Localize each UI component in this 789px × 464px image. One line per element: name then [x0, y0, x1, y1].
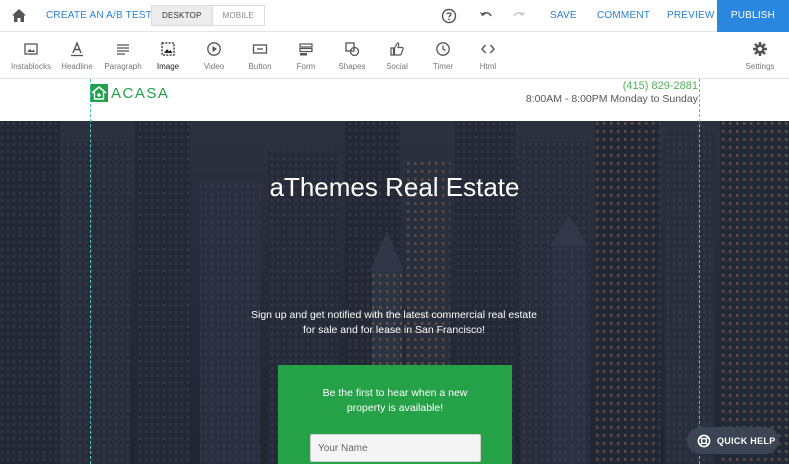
business-hours: 8:00AM - 8:00PM Monday to Sunday — [525, 93, 698, 105]
tool-label: Instablocks — [10, 62, 52, 71]
social-icon — [390, 42, 404, 56]
house-logo-icon — [90, 84, 108, 102]
signup-form-heading: Be the first to hear when a new property… — [278, 386, 512, 416]
timer-icon — [436, 42, 450, 56]
home-icon[interactable] — [10, 7, 28, 25]
layout-guide-right — [699, 79, 700, 464]
tool-label: Shapes — [338, 62, 366, 71]
tool-paragraph[interactable]: Paragraph — [101, 33, 145, 79]
tool-image[interactable]: Image — [150, 33, 186, 79]
tool-label: Form — [296, 62, 316, 71]
quick-help-label: QUICK HELP — [717, 435, 776, 446]
publish-button[interactable]: PUBLISH — [717, 0, 789, 32]
tool-form[interactable]: Form — [290, 33, 322, 79]
hero-subtitle-line: for sale and for lease in San Francisco! — [302, 324, 486, 336]
desktop-view-button[interactable]: DESKTOP — [152, 6, 212, 25]
tool-settings[interactable]: Settings — [740, 33, 780, 79]
lifebuoy-icon — [697, 434, 711, 447]
tool-label: Social — [386, 62, 408, 71]
mobile-view-button[interactable]: MOBILE — [211, 6, 264, 25]
tool-label: Headline — [61, 62, 93, 71]
logo-text: ACASA — [111, 84, 170, 102]
tool-html[interactable]: Html — [474, 33, 502, 79]
save-button[interactable]: SAVE — [550, 10, 577, 21]
gear-icon — [753, 42, 767, 56]
element-toolbar: Instablocks Headline Paragraph Image Vid… — [0, 33, 789, 79]
paragraph-icon — [117, 44, 129, 55]
tool-social[interactable]: Social — [382, 33, 412, 79]
quick-help-button[interactable]: QUICK HELP — [687, 427, 779, 454]
image-icon — [161, 42, 175, 56]
form-icon — [299, 43, 313, 56]
create-ab-test-link[interactable]: CREATE AN A/B TEST — [46, 10, 152, 21]
instablocks-icon — [24, 43, 38, 55]
tool-label: Image — [156, 62, 180, 71]
cta-line: Be the first to hear when a new — [322, 387, 468, 399]
html-icon — [481, 44, 495, 54]
tool-video[interactable]: Video — [198, 33, 230, 79]
tool-headline[interactable]: Headline — [57, 33, 97, 79]
hero-title: aThemes Real Estate — [269, 172, 520, 202]
tool-label: Video — [203, 62, 225, 71]
redo-icon[interactable] — [511, 8, 527, 24]
name-input[interactable] — [310, 434, 481, 462]
comment-button[interactable]: COMMENT — [597, 10, 650, 21]
preview-button[interactable]: PREVIEW — [667, 10, 715, 21]
top-bar: CREATE AN A/B TEST DESKTOP MOBILE SAVE C… — [0, 0, 789, 32]
tool-label: Html — [479, 62, 497, 71]
hero-subtitle: Sign up and get notified with the latest… — [244, 308, 544, 338]
device-toggle: DESKTOP MOBILE — [151, 5, 265, 26]
tool-label: Timer — [432, 62, 454, 71]
button-icon — [252, 44, 268, 54]
layout-guide-left — [90, 79, 91, 464]
tool-label: Paragraph — [104, 62, 142, 71]
tool-instablocks[interactable]: Instablocks — [8, 33, 54, 79]
headline-icon — [71, 41, 83, 57]
video-icon — [207, 42, 221, 56]
hero-subtitle-line: Sign up and get notified with the latest… — [251, 309, 537, 321]
shapes-icon — [345, 42, 360, 57]
help-circle-icon[interactable] — [441, 8, 457, 24]
tool-button[interactable]: Button — [243, 33, 277, 79]
acasa-logo[interactable]: ACASA — [90, 83, 169, 103]
phone-number[interactable]: (415) 829-2881 — [623, 80, 698, 92]
undo-icon[interactable] — [478, 8, 494, 24]
settings-label: Settings — [745, 62, 775, 71]
cta-line: property is available! — [346, 402, 444, 414]
tool-label: Button — [248, 62, 272, 71]
tool-timer[interactable]: Timer — [427, 33, 459, 79]
tool-shapes[interactable]: Shapes — [335, 33, 369, 79]
